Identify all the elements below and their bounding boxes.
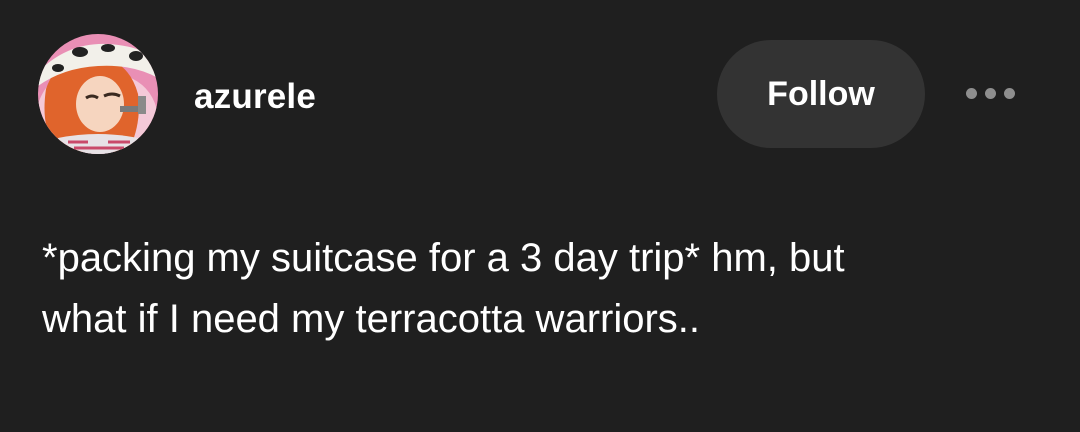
- post-body: *packing my suitcase for a 3 day trip* h…: [42, 228, 1042, 350]
- more-dot: [1004, 88, 1015, 99]
- username[interactable]: azurele: [194, 76, 316, 118]
- more-dot: [985, 88, 996, 99]
- follow-button[interactable]: Follow: [717, 40, 925, 148]
- post-body-line: what if I need my terracotta warriors..: [42, 297, 701, 341]
- more-options-icon[interactable]: [958, 76, 1024, 112]
- avatar[interactable]: [38, 34, 158, 154]
- post-card: azurele Follow *packing my suitcase for …: [0, 0, 1080, 432]
- more-dot: [966, 88, 977, 99]
- post-body-line: *packing my suitcase for a 3 day trip* h…: [42, 236, 845, 280]
- avatar-image: [38, 34, 158, 154]
